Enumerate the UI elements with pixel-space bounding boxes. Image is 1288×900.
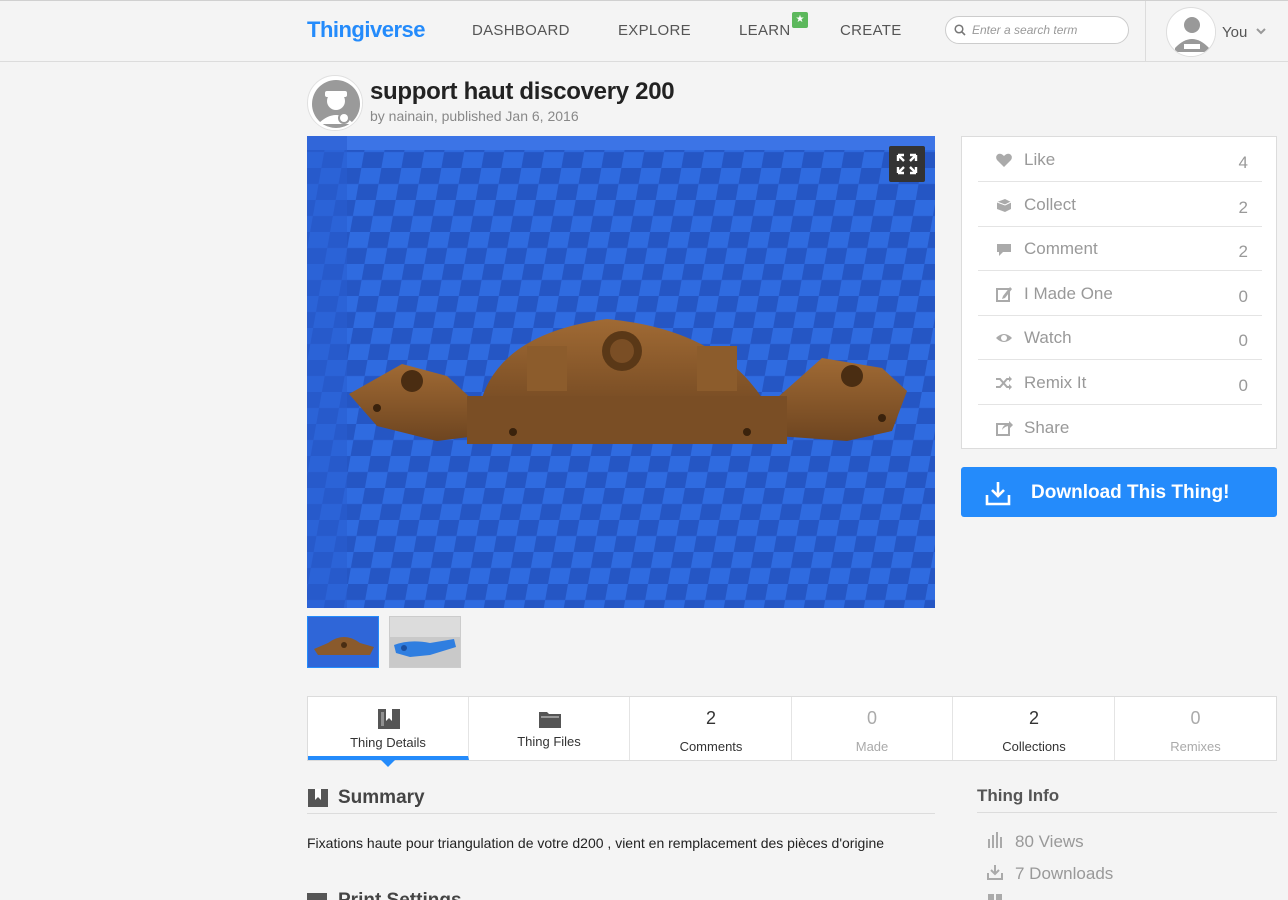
- i-made-one-label: I Made One: [1024, 284, 1113, 303]
- shuffle-icon: [996, 376, 1012, 390]
- made-count: 0: [866, 708, 877, 728]
- comment-label: Comment: [1024, 239, 1098, 258]
- user-avatar[interactable]: [1166, 7, 1216, 57]
- thing-tabs: Thing Details Thing Files 2 Comments 0 M…: [307, 696, 1277, 761]
- comments-count: 2: [705, 708, 716, 728]
- tab-label: Remixes: [1170, 739, 1221, 754]
- user-name[interactable]: You: [1222, 24, 1247, 41]
- user-menu[interactable]: You: [1145, 1, 1288, 62]
- like-label: Like: [1024, 150, 1056, 169]
- tab-comments[interactable]: 2 Comments: [631, 697, 792, 760]
- thing-actions-panel: Like 4 Collect 2 Comment 2 I Made One 0 …: [961, 136, 1277, 449]
- download-label: Download This Thing!: [1031, 482, 1230, 503]
- tab-thing-details[interactable]: Thing Details: [308, 697, 469, 760]
- remix-action[interactable]: Remix It 0: [978, 360, 1262, 405]
- share-label: Share: [1024, 418, 1070, 437]
- thing-info-header: Thing Info: [977, 785, 1277, 813]
- summary-title: Summary: [338, 787, 425, 808]
- nav-explore[interactable]: EXPLORE: [618, 22, 691, 39]
- thingiverse-logo[interactable]: Thingiverse: [307, 17, 425, 43]
- download-button[interactable]: Download This Thing!: [961, 467, 1277, 517]
- nav-learn[interactable]: LEARN: [739, 22, 791, 39]
- thumbnail-image: [390, 617, 460, 667]
- chevron-down-icon[interactable]: [1256, 27, 1266, 35]
- fullscreen-button[interactable]: [889, 146, 925, 182]
- collect-icon: [996, 199, 1012, 212]
- like-action[interactable]: Like 4: [978, 137, 1262, 182]
- nav-create[interactable]: CREATE: [840, 22, 902, 39]
- views-count: 80 Views: [1015, 832, 1084, 851]
- watch-count: 0: [1238, 331, 1248, 350]
- edit-icon: [996, 287, 1012, 302]
- tab-label: Comments: [679, 739, 743, 754]
- search-input[interactable]: [972, 21, 1122, 39]
- render-preview-image: [307, 136, 935, 608]
- thumbnail-image: [308, 617, 378, 667]
- comment-icon: [997, 244, 1011, 256]
- thumbnail-1[interactable]: [307, 616, 379, 668]
- main-thing-image[interactable]: [307, 136, 935, 608]
- print-settings-icon: [307, 893, 327, 900]
- bookmark-book-icon: [308, 789, 328, 807]
- i-made-one-action[interactable]: I Made One 0: [978, 271, 1262, 316]
- thing-info-title: Thing Info: [977, 786, 1060, 805]
- creator-avatar-icon: [309, 77, 362, 130]
- downloads-count: 7 Downloads: [1015, 864, 1114, 883]
- download-icon: [985, 482, 1011, 506]
- comment-action[interactable]: Comment 2: [978, 226, 1262, 271]
- folder-icon: [539, 712, 561, 728]
- collect-label: Collect: [1024, 195, 1076, 214]
- share-action[interactable]: Share: [978, 405, 1262, 450]
- watch-label: Watch: [1024, 328, 1072, 347]
- tab-thing-files[interactable]: Thing Files: [469, 697, 630, 760]
- remixes-count: 0: [1190, 708, 1201, 728]
- active-tab-pointer-icon: [380, 759, 396, 767]
- tab-label: Thing Details: [350, 735, 426, 750]
- bar-chart-icon: [988, 832, 1002, 848]
- default-avatar-icon: [1168, 9, 1215, 56]
- thing-byline[interactable]: by nainain, published Jan 6, 2016: [370, 108, 579, 124]
- tab-collections[interactable]: 2 Collections: [954, 697, 1115, 760]
- collect-count: 2: [1238, 198, 1248, 217]
- watch-action[interactable]: Watch 0: [978, 315, 1262, 360]
- search-icon: [954, 24, 966, 36]
- grid-icon: [988, 894, 1002, 900]
- comment-count: 2: [1238, 242, 1248, 261]
- tab-made[interactable]: 0 Made: [792, 697, 953, 760]
- remix-count: 0: [1238, 376, 1248, 395]
- tab-label: Collections: [1002, 739, 1066, 754]
- learn-star-badge-icon: ★: [792, 12, 808, 28]
- summary-header: Summary: [307, 786, 935, 814]
- i-made-one-count: 0: [1238, 287, 1248, 306]
- bookmark-book-icon: [378, 709, 400, 729]
- remix-label: Remix It: [1024, 373, 1087, 392]
- like-count: 4: [1238, 153, 1248, 172]
- nav-dashboard[interactable]: DASHBOARD: [472, 22, 570, 39]
- top-navbar: Thingiverse DASHBOARD EXPLORE LEARN ★ CR…: [0, 0, 1288, 62]
- search-box[interactable]: [945, 16, 1129, 44]
- thing-title: support haut discovery 200: [370, 78, 675, 105]
- print-settings-title: Print Settings: [338, 890, 462, 900]
- tab-label: Made: [855, 739, 889, 754]
- creator-avatar[interactable]: [307, 75, 363, 131]
- download-icon: [987, 865, 1003, 880]
- expand-icon: [896, 153, 918, 175]
- eye-icon: [996, 334, 1012, 342]
- summary-text: Fixations haute pour triangulation de vo…: [307, 835, 885, 851]
- thumbnail-2[interactable]: [389, 616, 461, 668]
- heart-icon: [996, 153, 1012, 167]
- collect-action[interactable]: Collect 2: [978, 182, 1262, 227]
- tab-remixes[interactable]: 0 Remixes: [1115, 697, 1276, 760]
- tab-label: Thing Files: [517, 734, 581, 749]
- collections-count: 2: [1028, 708, 1039, 728]
- share-icon: [996, 421, 1013, 436]
